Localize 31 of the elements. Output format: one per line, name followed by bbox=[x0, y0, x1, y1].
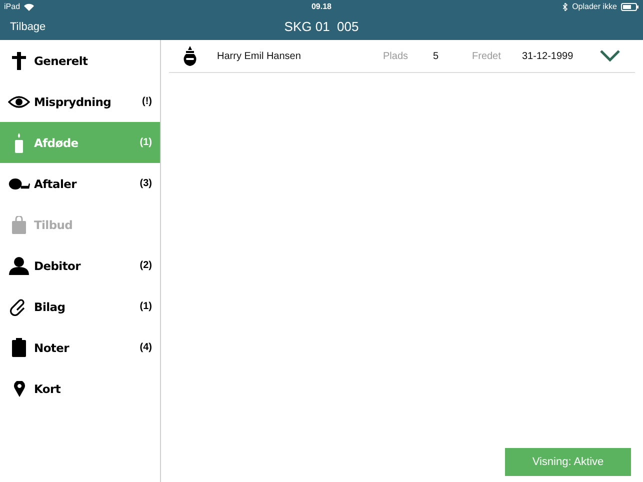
sidebar-item[interactable]: Noter (4) bbox=[0, 327, 160, 368]
candle-icon bbox=[14, 132, 24, 152]
sidebar-item[interactable]: Debitor (2) bbox=[0, 245, 160, 286]
place-value: 5 bbox=[433, 50, 440, 62]
sidebar-item[interactable]: Aftaler (3) bbox=[0, 163, 160, 204]
sidebar-item[interactable]: Kort bbox=[0, 368, 160, 409]
person-icon bbox=[9, 256, 29, 274]
clock: 09.18 bbox=[311, 2, 332, 11]
status-label: Fredet bbox=[472, 50, 502, 62]
back-button[interactable]: Tilbage bbox=[0, 20, 46, 32]
chevron-down-icon[interactable] bbox=[600, 50, 620, 62]
deceased-row[interactable]: Harry Emil Hansen Plads 5 Fredet 31-12-1999 bbox=[169, 40, 635, 73]
clipboard-icon bbox=[12, 338, 26, 357]
device-name: iPad bbox=[4, 2, 20, 11]
sidebar-item[interactable]: Misprydning (!) bbox=[0, 81, 160, 122]
page-title: SKG 01 005 bbox=[284, 19, 359, 34]
date-value: 31-12-1999 bbox=[522, 50, 574, 62]
urn-icon bbox=[183, 46, 197, 66]
place-label: Plads bbox=[383, 50, 410, 62]
bluetooth-icon bbox=[563, 2, 568, 10]
map-pin-icon bbox=[14, 380, 24, 396]
watering-can-icon bbox=[8, 176, 30, 190]
cross-icon bbox=[12, 52, 26, 70]
wifi-icon bbox=[24, 2, 34, 10]
eye-icon bbox=[8, 96, 30, 108]
deceased-name: Harry Emil Hansen bbox=[217, 50, 302, 62]
battery-icon bbox=[621, 2, 639, 10]
bag-icon bbox=[12, 216, 26, 234]
sidebar-item[interactable]: Generelt bbox=[0, 40, 160, 81]
sidebar-item[interactable]: Bilag (1) bbox=[0, 286, 160, 327]
charging-status: Oplader ikke bbox=[572, 2, 617, 11]
